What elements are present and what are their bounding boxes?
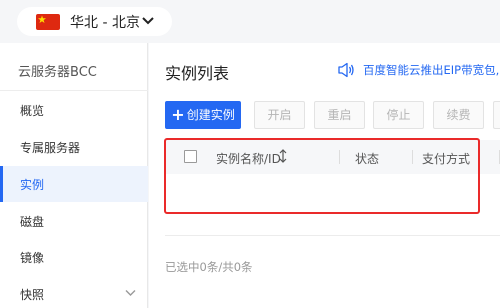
sidebar-item-dedicated-servers[interactable]: 专属服务器 [0, 129, 148, 165]
selection-summary: 已选中0条/共0条 [165, 260, 253, 274]
sidebar-item-instances[interactable]: 实例 [0, 166, 148, 202]
stop-button[interactable]: 停止 [373, 101, 424, 129]
sidebar-title: 云服务器BCC [18, 65, 97, 80]
chevron-down-icon [125, 290, 136, 296]
notice-banner[interactable]: 百度智能云推出EIP带宽包, [337, 61, 500, 81]
sidebar-item-label: 镜像 [20, 251, 45, 265]
sidebar: 云服务器BCC 概览 专属服务器 实例 磁盘 镜像 快照 [0, 43, 148, 308]
highlight-box [164, 138, 480, 214]
renew-button[interactable]: 续费 [433, 101, 484, 129]
speaker-icon [338, 62, 354, 78]
plus-icon: + [171, 105, 185, 124]
stop-label: 停止 [386, 108, 411, 122]
sidebar-item-label: 快照 [20, 288, 45, 302]
sidebar-item-disks[interactable]: 磁盘 [0, 203, 148, 239]
renew-label: 续费 [446, 108, 471, 122]
china-flag-icon [36, 14, 60, 30]
restart-label: 重启 [327, 108, 352, 122]
page-title: 实例列表 [165, 64, 230, 83]
sidebar-item-images[interactable]: 镜像 [0, 239, 148, 275]
more-button[interactable] [493, 101, 500, 129]
region-selector[interactable]: 华北 - 北京 [17, 7, 172, 36]
sidebar-item-label: 磁盘 [20, 215, 45, 229]
region-label: 华北 - 北京 [70, 15, 140, 31]
sidebar-item-overview[interactable]: 概览 [0, 92, 148, 128]
divider [0, 90, 148, 91]
start-label: 开启 [267, 108, 292, 122]
sidebar-item-label: 专属服务器 [20, 141, 81, 155]
sidebar-item-label: 概览 [20, 104, 45, 118]
region-bar: 华北 - 北京 [0, 0, 500, 42]
notice-text: 百度智能云推出EIP带宽包, [363, 63, 500, 77]
chevron-down-icon [142, 17, 154, 25]
create-instance-label: 创建实例 [186, 108, 235, 122]
start-button[interactable]: 开启 [254, 101, 305, 129]
sidebar-item-snapshots[interactable]: 快照 [0, 276, 148, 308]
create-instance-button[interactable]: + 创建实例 [165, 101, 241, 129]
sidebar-item-label: 实例 [20, 178, 45, 192]
restart-button[interactable]: 重启 [314, 101, 365, 129]
